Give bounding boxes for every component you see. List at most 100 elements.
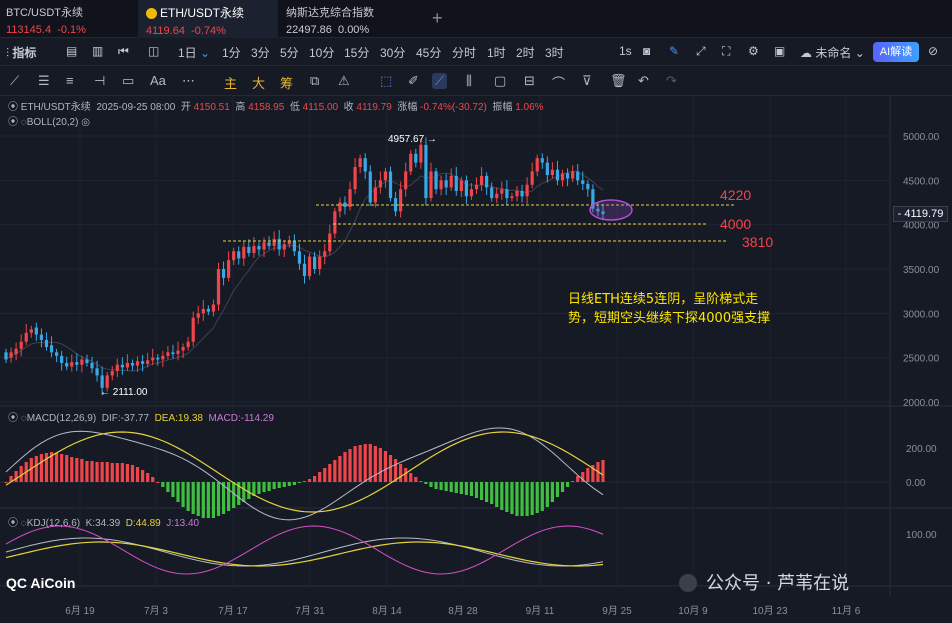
candle-body — [141, 361, 145, 364]
interval-5m[interactable]: 5分 — [280, 44, 299, 61]
interval-3m[interactable]: 3分 — [251, 44, 270, 61]
alert-icon[interactable]: ⚠ — [338, 73, 350, 89]
interval-45m[interactable]: 45分 — [416, 44, 441, 61]
ai-interpret-button[interactable]: AI解读 — [873, 42, 919, 62]
add-tab-icon[interactable]: + — [432, 8, 443, 29]
candles-icon[interactable]: ⫼ — [466, 73, 472, 89]
price-axis-label: 4500.00 — [903, 176, 940, 187]
candle-body — [95, 368, 99, 376]
tab-nasdaq[interactable]: 纳斯达克综合指数 22497.86 0.00% — [286, 0, 416, 38]
interval-1m[interactable]: 1分 — [222, 44, 241, 61]
candle-body — [323, 251, 327, 257]
rect-icon[interactable]: ▭ — [122, 73, 134, 89]
filter-icon[interactable]: ⊽ — [582, 73, 592, 89]
macd-bar — [318, 472, 322, 482]
big-order-button[interactable]: 大 — [252, 73, 265, 92]
macd-bar — [545, 482, 549, 507]
cloud-layout[interactable]: ☁ 未命名 ⌄ — [800, 44, 865, 61]
hlines-icon[interactable]: ☰ — [38, 73, 50, 89]
candle-body — [277, 238, 281, 250]
candle-body — [464, 180, 468, 197]
candle-body — [510, 196, 514, 199]
interval-3h[interactable]: 3时 — [545, 44, 564, 61]
macd-bar — [464, 482, 468, 495]
chart-area[interactable]: 4957.67 → ← 2111.00 4220 4000 3810 日线ETH连续5连阴… — [0, 96, 952, 623]
chip-button[interactable]: 筹 — [280, 73, 293, 92]
more-icon[interactable]: ⊘ — [928, 44, 938, 58]
text-tool[interactable]: Aa — [150, 73, 166, 88]
kdj-axis-label: 100.00 — [906, 530, 937, 541]
interval-15m[interactable]: 15分 — [344, 44, 369, 61]
candle-body — [545, 162, 549, 176]
candle-body — [525, 184, 529, 197]
cursor-icon[interactable]: ⬚ — [380, 73, 392, 89]
macd-bar — [409, 473, 413, 482]
interval-timeshare[interactable]: 分时 — [452, 44, 476, 61]
main-chart-button[interactable]: 主 — [224, 73, 237, 92]
candle-body — [297, 251, 302, 264]
calendar-icon[interactable]: ▤ — [66, 44, 77, 58]
camera-icon[interactable]: ◙ — [643, 44, 650, 58]
interval-1h[interactable]: 1时 — [487, 44, 506, 61]
candle-body — [34, 327, 38, 335]
expand-icon[interactable]: ⤢ — [696, 44, 706, 59]
edit-icon[interactable]: ✎ — [669, 44, 679, 58]
interval-1d[interactable]: 1日 ⌄ — [178, 44, 210, 61]
save-icon[interactable]: ▣ — [774, 44, 785, 58]
candle-body — [490, 187, 494, 199]
tab-nasdaq-price: 22497.86 0.00% — [286, 24, 370, 36]
macd-bar — [100, 462, 104, 482]
macd-bar — [434, 482, 438, 489]
date-axis-label: 7月 3 — [144, 605, 168, 617]
channel-icon[interactable]: ≡ — [66, 73, 74, 88]
macd-bar — [242, 482, 246, 502]
aicoin-watermark: QC AiCoin — [6, 575, 75, 591]
wechat-icon — [679, 574, 697, 592]
macd-bar — [125, 464, 130, 482]
macd-bar — [272, 482, 276, 489]
macd-bar — [338, 456, 342, 482]
interval-30m[interactable]: 30分 — [380, 44, 405, 61]
candle-body — [307, 256, 312, 277]
candle-body — [39, 334, 44, 340]
draw-line-icon[interactable]: ⟋ — [432, 73, 448, 89]
macd-bar — [216, 482, 221, 516]
kline-chart[interactable]: 4957.67 → ← 2111.00 4220 4000 3810 日线ETH连续5连阴… — [0, 96, 952, 623]
macd-bar — [110, 463, 114, 482]
fullscreen-icon[interactable]: ⛶ — [722, 44, 730, 59]
undo-icon[interactable]: ↶ — [638, 73, 649, 89]
clipboard-icon[interactable]: ▢ — [494, 73, 506, 89]
tab-eth[interactable]: ETH/USDT永续 4119.64 -0.74% — [138, 0, 278, 38]
layout-icon[interactable]: ▥ — [92, 44, 103, 58]
interval-1s[interactable]: 1s — [619, 44, 632, 58]
macd-bar — [292, 482, 296, 485]
hline-icon[interactable]: ⊣ — [94, 73, 105, 89]
candle-body — [44, 339, 49, 348]
more-tools-icon[interactable]: ⋯ — [182, 73, 195, 89]
high-marker: 4957.67 → — [388, 134, 437, 145]
macd-axis-label: 0.00 — [906, 478, 926, 489]
candle-body — [348, 189, 352, 207]
macd-bar — [328, 464, 332, 482]
candle-body — [4, 352, 8, 360]
interval-2h[interactable]: 2时 — [516, 44, 535, 61]
indicator-button[interactable]: ⫶ 指标 — [6, 44, 36, 61]
replay-icon[interactable]: ⏮ — [118, 44, 129, 59]
magnet-icon[interactable]: ⌒ — [552, 73, 565, 92]
macd-bar — [313, 476, 317, 482]
toggle-icon[interactable]: ◫ — [148, 44, 159, 58]
candle-body — [378, 180, 382, 188]
tab-btc[interactable]: BTC/USDT永续 113145.4 -0.1% — [6, 0, 136, 38]
redo-icon[interactable]: ↷ — [666, 73, 677, 89]
compare-icon[interactable]: ⧉ — [310, 73, 319, 89]
macd-bar — [510, 482, 514, 514]
macd-bar — [439, 482, 443, 490]
interval-10m[interactable]: 10分 — [309, 44, 334, 61]
delete-icon[interactable]: 🗑 — [610, 73, 627, 89]
settings-icon[interactable]: ⚙ — [748, 44, 759, 58]
trendline-icon[interactable]: ⟋ — [10, 73, 19, 89]
date-axis-label: 8月 28 — [448, 605, 478, 617]
date-axis-label: 8月 14 — [372, 605, 402, 617]
lock-icon[interactable]: ⊟ — [524, 73, 535, 89]
brush-icon[interactable]: ✐ — [408, 73, 419, 89]
